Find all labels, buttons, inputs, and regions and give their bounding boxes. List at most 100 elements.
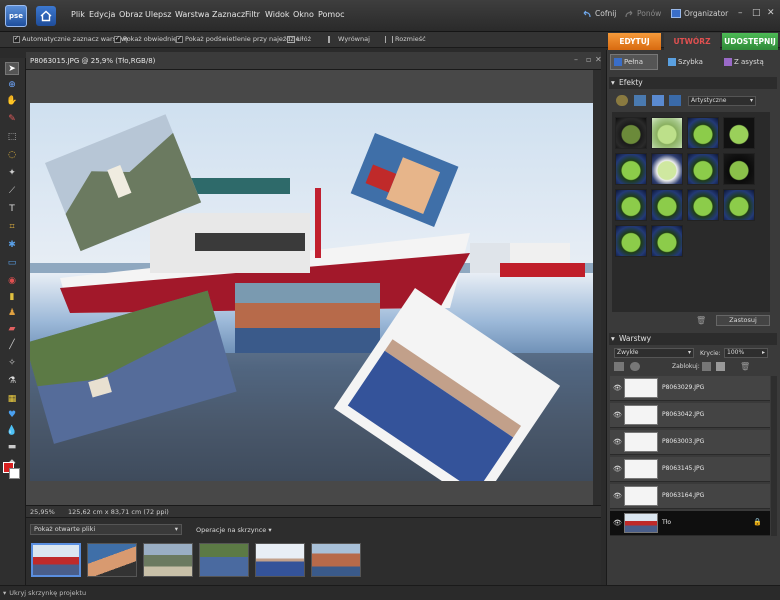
bin-thumbnail-5[interactable] [255,543,305,577]
auto-select-checkbox[interactable]: ✓ Automatycznie zaznacz warstwę [13,35,128,43]
straighten-tool-icon[interactable]: ▭ [5,256,19,269]
menu-widok[interactable]: Widok [265,10,290,19]
layer-row[interactable]: 👁 P8063164.JPG [610,484,770,509]
show-highlight-checkbox[interactable]: ✓ Pokaż podświetlenie przy najeździe [176,35,300,43]
tab-quick-edit[interactable]: Szybka [668,54,718,70]
magic-wand-tool-icon[interactable]: ✦ [5,166,19,179]
doc-close-icon[interactable]: ✕ [595,55,602,64]
lock-transparent-icon[interactable] [702,362,711,371]
layer-row[interactable]: 👁 P8063029.JPG [610,376,770,401]
layer-row[interactable]: 👁 P8063003.JPG [610,430,770,455]
zoom-level[interactable]: 25,95% [30,508,55,516]
eraser-tool-icon[interactable]: ▰ [5,322,19,335]
marquee-tool-icon[interactable]: ⬚ [5,130,19,143]
eye-icon[interactable]: 👁 [613,384,622,392]
hide-project-bin-button[interactable]: ▾ Ukryj skrzynkę projektu [3,589,86,597]
effect-thumbnail-14[interactable] [651,225,683,257]
eye-icon[interactable]: 👁 [613,438,622,446]
menu-okno[interactable]: Okno [293,10,314,19]
eye-icon[interactable]: 👁 [613,411,622,419]
delete-layer-icon[interactable]: 🗑 [740,362,750,371]
filters-icon[interactable] [616,95,628,106]
menu-edycja[interactable]: Edycja [89,10,115,19]
effect-thumbnail-5[interactable] [615,153,647,185]
effect-thumbnail-13[interactable] [615,225,647,257]
redo-button[interactable]: Ponów [624,9,661,18]
effects-category-dropdown[interactable]: Artystyczne ▾ [688,96,756,106]
hand-tool-icon[interactable]: ✋ [5,94,19,107]
paint-bucket-tool-icon[interactable]: ⚗ [5,374,19,387]
cookie-cutter-tool-icon[interactable]: ✱ [5,238,19,251]
photo-effects-icon[interactable] [652,95,664,106]
sponge-tool-icon[interactable]: ▬ [5,440,19,453]
adjustment-layer-icon[interactable] [630,362,640,371]
background-color-swatch[interactable] [9,468,20,479]
effect-thumbnail-7[interactable] [687,153,719,185]
open-files-dropdown[interactable]: Pokaż otwarte pliki ▾ [30,524,182,535]
doc-restore-icon[interactable]: ▫ [586,55,591,64]
layer-row-background-selected[interactable]: 👁 Tło 🔒 [610,511,770,536]
tab-share[interactable]: UDOSTĘPNIJ [722,33,778,50]
bin-thumbnail-1[interactable] [31,543,81,577]
layer-row[interactable]: 👁 P8063145.JPG [610,457,770,482]
layers-panel-header[interactable]: ▾ Warstwy [609,333,777,345]
move-tool-icon[interactable]: ➤ [5,62,19,75]
effect-thumbnail-4[interactable] [723,117,755,149]
layers-scrollbar[interactable] [771,376,777,536]
effect-thumbnail-6[interactable] [651,153,683,185]
tab-guided-edit[interactable]: Z asystą [724,54,776,70]
red-eye-tool-icon[interactable]: ◉ [5,274,19,287]
show-bbox-checkbox[interactable]: ✓ Pokaż obwiednię [114,35,177,43]
bin-thumbnail-4[interactable] [199,543,249,577]
trash-icon[interactable]: 🗑 [696,316,706,325]
close-icon[interactable]: ✕ [767,8,775,18]
effect-thumbnail-10[interactable] [651,189,683,221]
crop-tool-icon[interactable]: ⌗ [5,220,19,233]
effect-thumbnail-1[interactable] [615,117,647,149]
spot-healing-tool-icon[interactable]: ▮ [5,290,19,303]
effect-thumbnail-9[interactable] [615,189,647,221]
layer-row[interactable]: 👁 P8063042.JPG [610,403,770,428]
tab-edit[interactable]: EDYTUJ [608,33,661,50]
bin-thumbnail-6[interactable] [311,543,361,577]
undo-button[interactable]: Cofnij [582,9,616,18]
effect-thumbnail-11[interactable] [687,189,719,221]
eye-icon[interactable]: 👁 [613,519,622,527]
opacity-field[interactable]: 100% ▸ [724,348,768,358]
lock-all-icon[interactable] [716,362,725,371]
menu-obraz[interactable]: Obraz [119,10,143,19]
eye-icon[interactable]: 👁 [613,492,622,500]
bin-thumbnail-3[interactable] [143,543,193,577]
menu-warstwa[interactable]: Warstwa [175,10,209,19]
minimize-icon[interactable]: – [738,8,743,18]
bin-thumbnail-2[interactable] [87,543,137,577]
menu-ulepsz[interactable]: Ulepsz [145,10,171,19]
restore-icon[interactable]: □ [752,8,761,18]
effects-panel-header[interactable]: ▾ Efekty [609,77,777,89]
all-effects-icon[interactable] [669,95,681,106]
effect-thumbnail-12[interactable] [723,189,755,221]
doc-minimize-icon[interactable]: – [574,55,578,64]
tab-create[interactable]: UTWÓRZ [664,33,720,50]
organizer-button[interactable]: Organizator [671,9,728,18]
bin-actions-menu[interactable]: Operacje na skrzynce ▾ [196,526,272,534]
clone-stamp-tool-icon[interactable]: ♟ [5,306,19,319]
effect-thumbnail-2[interactable] [651,117,683,149]
apply-button[interactable]: Zastosuj [716,315,770,326]
layer-styles-icon[interactable] [634,95,646,106]
blur-tool-icon[interactable]: 💧 [5,424,19,437]
effect-thumbnail-3[interactable] [687,117,719,149]
menu-pomoc[interactable]: Pomoc [318,10,345,19]
shape-tool-icon[interactable]: ♥ [5,408,19,421]
arrange-dropdown[interactable]: Ułóż [287,35,311,43]
brush-tool-icon[interactable]: ╱ [5,338,19,351]
gradient-tool-icon[interactable]: ▦ [5,392,19,405]
menu-plik[interactable]: Plik [71,10,85,19]
blend-mode-dropdown[interactable]: Zwykłe ▾ [614,348,694,358]
image-canvas[interactable] [30,103,593,481]
align-dropdown[interactable]: Wyrównaj [328,35,370,43]
type-tool-icon[interactable]: T [5,202,19,215]
distribute-dropdown[interactable]: Rozmieść [385,35,426,43]
eyedropper-tool-icon[interactable]: ✎ [5,112,19,125]
document-tab[interactable]: P8063015.JPG @ 25,9% (Tło,RGB/8) – ▫ ✕ [26,52,602,70]
